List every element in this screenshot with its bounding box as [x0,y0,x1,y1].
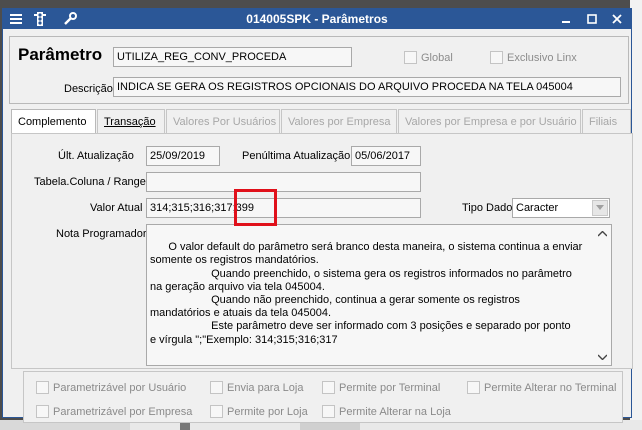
tab-valores-por-empresa-label: Valores por Empresa [288,116,391,128]
tab-complemento-label: Complemento [18,116,87,128]
permite-alterar-terminal-box[interactable] [467,381,480,394]
nota-programador-textarea[interactable]: O valor default do parâmetro será branco… [146,224,612,366]
flags-group: Parametrizável por Usuário Envia para Lo… [23,371,623,423]
permite-por-terminal-checkbox[interactable]: Permite por Terminal [322,381,440,394]
parametrizavel-usuario-box[interactable] [36,381,49,394]
exclusivo-linx-checkbox[interactable]: Exclusivo Linx [490,51,577,64]
tipo-dado-select[interactable]: Caracter [512,198,610,218]
parametrizavel-usuario-label: Parametrizável por Usuário [53,381,187,394]
permite-alterar-loja-checkbox[interactable]: Permite Alterar na Loja [322,405,451,418]
tab-valores-por-empresa-e-usuario[interactable]: Valores por Empresa e por Usuário [398,109,581,133]
tab-valores-por-empresa-e-usuario-label: Valores por Empresa e por Usuário [405,116,577,128]
parametrizavel-empresa-label: Parametrizável por Empresa [53,405,193,418]
descricao-field[interactable]: INDICA SE GERA OS REGISTROS OPCIONAIS DO… [113,77,621,97]
permite-por-loja-checkbox[interactable]: Permite por Loja [210,405,308,418]
highlight-box [234,189,277,226]
nota-scrollbar[interactable] [594,225,611,365]
global-label: Global [421,51,453,64]
window-title: 014005SPK - Parâmetros [246,12,388,26]
global-checkbox[interactable]: Global [404,51,453,64]
tab-valores-por-empresa[interactable]: Valores por Empresa [281,109,397,133]
penultima-atualizacao-field[interactable]: 05/06/2017 [351,146,421,166]
permite-alterar-terminal-label: Permite Alterar no Terminal [484,381,617,394]
tabela-coluna-range-label: Tabela.Coluna / Range [34,176,146,188]
close-button[interactable] [606,11,628,27]
permite-por-loja-label: Permite por Loja [227,405,308,418]
tab-transacao-label: Transação [104,116,156,128]
descricao-label: Descrição [64,83,113,95]
maximize-button[interactable] [581,11,603,27]
tabela-coluna-range-field[interactable] [146,172,421,192]
global-checkbox-box[interactable] [404,51,417,64]
envia-para-loja-label: Envia para Loja [227,381,304,394]
valor-atual-field[interactable]: 314;315;316;317;399 [146,198,421,218]
permite-alterar-terminal-checkbox[interactable]: Permite Alterar no Terminal [467,381,616,394]
title-bar: 014005SPK - Parâmetros [3,9,631,29]
complemento-panel: Últ. Atualização 25/09/2019 Penúltima At… [11,133,633,369]
envia-para-loja-checkbox[interactable]: Envia para Loja [210,381,303,394]
minimize-button[interactable] [555,11,577,27]
tipo-dado-value: Caracter [516,202,559,214]
permite-por-terminal-box[interactable] [322,381,335,394]
parametro-header: Parâmetro UTILIZA_REG_CONV_PROCEDA Globa… [9,36,629,104]
nota-programador-label: Nota Programador [56,228,147,240]
permite-por-terminal-label: Permite por Terminal [339,381,441,394]
parametrizavel-empresa-checkbox[interactable]: Parametrizável por Empresa [36,405,192,418]
permite-por-loja-box[interactable] [210,405,223,418]
tipo-dado-label: Tipo Dado [462,202,513,214]
envia-para-loja-box[interactable] [210,381,223,394]
permite-alterar-loja-box[interactable] [322,405,335,418]
chevron-down-icon[interactable] [592,200,608,216]
penultima-atualizacao-label: Penúltima Atualização [242,150,351,162]
valor-atual-label: Valor Atual [90,202,143,214]
tab-valores-por-usuarios[interactable]: Valores Por Usuários [166,109,280,133]
nota-programador-text: O valor default do parâmetro será branco… [150,241,583,346]
scroll-down-icon[interactable] [598,352,607,361]
tab-transacao[interactable]: Transação [97,109,165,133]
parametrizavel-empresa-box[interactable] [36,405,49,418]
parametro-label: Parâmetro [18,45,103,64]
exclusivo-linx-label: Exclusivo Linx [507,51,577,64]
scroll-up-icon[interactable] [598,229,607,238]
permite-alterar-loja-label: Permite Alterar na Loja [339,405,451,418]
tab-complemento[interactable]: Complemento [11,109,96,134]
parametros-window: 014005SPK - Parâmetros Parâmetro UTILIZA… [2,8,635,423]
parametrizavel-usuario-checkbox[interactable]: Parametrizável por Usuário [36,381,186,394]
parametro-field[interactable]: UTILIZA_REG_CONV_PROCEDA [113,47,352,67]
tab-strip: Complemento Transação Valores Por Usuári… [11,109,635,134]
tab-filiais-label: Filiais [589,116,618,128]
tab-filiais[interactable]: Filiais [582,109,631,133]
tab-valores-por-usuarios-label: Valores Por Usuários [173,116,277,128]
ult-atualizacao-label: Últ. Atualização [58,150,134,162]
ult-atualizacao-field[interactable]: 25/09/2019 [146,146,220,166]
exclusivo-linx-checkbox-box[interactable] [490,51,503,64]
